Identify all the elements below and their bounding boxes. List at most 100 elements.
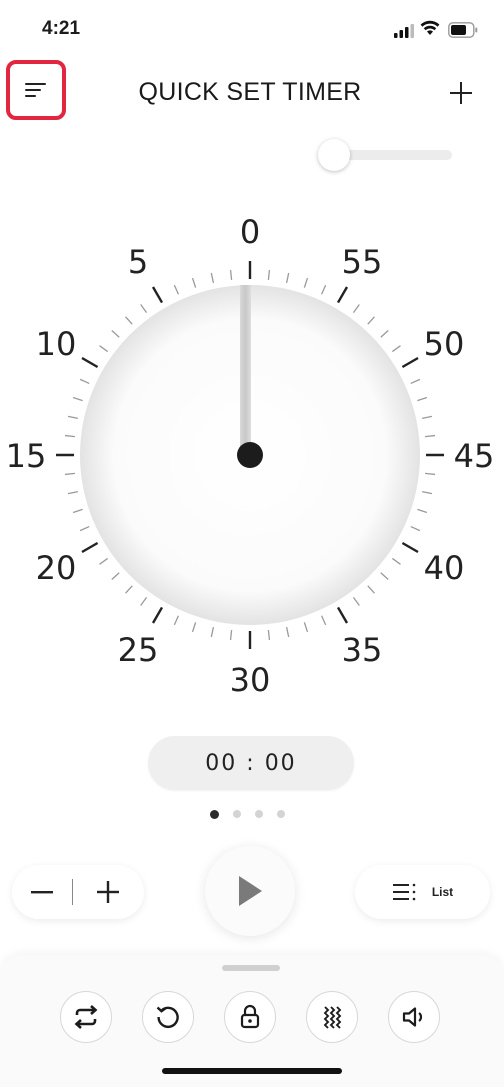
- dial-major-tick: [151, 606, 164, 624]
- dial-minor-tick: [72, 508, 83, 514]
- dial-minor-tick: [352, 597, 360, 606]
- dial-label: 20: [36, 549, 77, 587]
- timer-dial[interactable]: 0 5 10 15 20 25 30 35 40 45 50 55: [0, 200, 504, 710]
- page-dot[interactable]: [277, 810, 285, 818]
- dial-minor-tick: [111, 330, 120, 338]
- dial-minor-tick: [303, 277, 309, 288]
- dial-minor-tick: [285, 627, 290, 638]
- add-timer-button[interactable]: [444, 76, 478, 110]
- page-dot[interactable]: [210, 809, 219, 819]
- dial-minor-tick: [410, 378, 421, 385]
- lock-button[interactable]: [224, 991, 276, 1043]
- dial-minor-tick: [392, 557, 401, 565]
- dial-minor-tick: [410, 525, 421, 532]
- dial-minor-tick: [64, 434, 76, 438]
- dial-minor-tick: [380, 330, 389, 338]
- lock-icon: [240, 1004, 260, 1029]
- dial-label: 5: [128, 243, 148, 281]
- repeat-button[interactable]: [60, 991, 112, 1043]
- list-icon: [392, 883, 416, 901]
- dial-center-knob: [237, 442, 263, 468]
- dial-minor-tick: [267, 269, 271, 281]
- dial-minor-tick: [417, 508, 428, 514]
- dial-label: 10: [36, 325, 77, 363]
- vibrate-icon: [323, 1006, 342, 1029]
- minus-icon: [31, 891, 53, 894]
- dial-minor-tick: [417, 396, 428, 402]
- dial-minor-tick: [140, 597, 148, 606]
- dial-major-tick: [401, 356, 419, 369]
- reset-icon: [156, 1006, 179, 1029]
- dial-major-tick: [81, 541, 99, 554]
- page-dot[interactable]: [233, 810, 241, 818]
- dial-minor-tick: [424, 472, 436, 476]
- home-indicator: [162, 1068, 342, 1074]
- dial-minor-tick: [229, 629, 233, 641]
- dial-label: 30: [230, 661, 271, 699]
- dial-label: 15: [6, 437, 47, 475]
- dial-label: 50: [424, 325, 465, 363]
- dial-minor-tick: [79, 378, 90, 385]
- play-button[interactable]: [205, 846, 295, 936]
- page-dot[interactable]: [255, 810, 263, 818]
- dial-minor-tick: [210, 627, 215, 638]
- dial-minor-tick: [173, 615, 180, 626]
- dial-minor-tick: [79, 525, 90, 532]
- list-label: List: [431, 885, 454, 899]
- dial-label: 55: [342, 243, 383, 281]
- dial-label: 35: [342, 631, 383, 669]
- dial-minor-tick: [67, 415, 78, 420]
- dial-minor-tick: [229, 269, 233, 281]
- wifi-icon: [420, 20, 440, 35]
- menu-icon: [25, 83, 46, 97]
- dial-minor-tick: [422, 415, 433, 420]
- dial-hand[interactable]: [240, 285, 251, 455]
- repeat-icon: [74, 1005, 98, 1029]
- dial-minor-tick: [191, 277, 197, 288]
- reset-button[interactable]: [142, 991, 194, 1043]
- dial-minor-tick: [320, 284, 327, 295]
- dial-minor-tick: [125, 316, 133, 325]
- dial-label: 25: [118, 631, 159, 669]
- page-indicator: [210, 808, 285, 820]
- status-bar: 4:21: [0, 0, 504, 56]
- vibrate-button[interactable]: [306, 991, 358, 1043]
- dial-minor-tick: [380, 572, 389, 580]
- dial-minor-tick: [210, 272, 215, 283]
- decrement-button[interactable]: [12, 865, 72, 919]
- plus-icon: [97, 881, 119, 903]
- dial-minor-tick: [67, 490, 78, 495]
- dial-minor-tick: [392, 345, 401, 353]
- dial-minor-tick: [111, 572, 120, 580]
- play-icon: [239, 876, 262, 906]
- menu-button[interactable]: [6, 60, 66, 120]
- dial-minor-tick: [191, 622, 197, 633]
- dial-label: 0: [240, 213, 260, 251]
- dial-major-tick: [401, 541, 419, 554]
- battery-icon: [448, 22, 478, 38]
- dial-major-tick: [336, 286, 349, 304]
- dial-label: 40: [424, 549, 465, 587]
- bottom-toolbar: [0, 955, 504, 1087]
- dial-minor-tick: [422, 490, 433, 495]
- increment-button[interactable]: [73, 865, 143, 919]
- dial-minor-tick: [303, 622, 309, 633]
- dial-minor-tick: [367, 585, 375, 594]
- page-title: QUICK SET TIMER: [138, 78, 362, 106]
- signal-icon: [394, 24, 414, 38]
- dial-minor-tick: [140, 304, 148, 313]
- sound-button[interactable]: [388, 991, 440, 1043]
- dial-minor-tick: [320, 615, 327, 626]
- sound-icon: [402, 1007, 423, 1027]
- status-time: 4:21: [42, 18, 81, 39]
- minute-stepper: [12, 865, 144, 919]
- volume-slider-thumb[interactable]: [318, 139, 350, 171]
- panel-grabber[interactable]: [222, 965, 280, 971]
- time-display[interactable]: 00 : 00: [148, 736, 354, 790]
- dial-minor-tick: [424, 434, 436, 438]
- list-button[interactable]: List: [355, 865, 490, 919]
- plus-icon: [450, 82, 472, 104]
- dial-major-tick: [81, 356, 99, 369]
- dial-minor-tick: [367, 316, 375, 325]
- dial-label: 45: [454, 437, 495, 475]
